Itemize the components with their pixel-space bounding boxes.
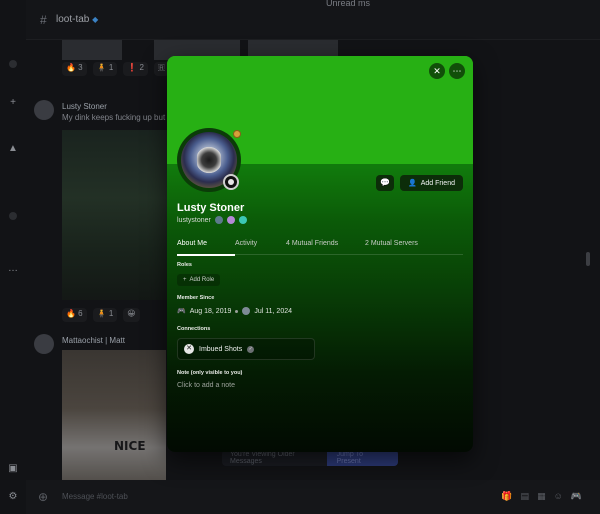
reaction[interactable]: 🔥 6: [62, 308, 87, 322]
message-text: My dink keeps fucking up but 5: [62, 113, 172, 122]
server-member-since: Jul 11, 2024: [254, 307, 292, 315]
avatar[interactable]: [34, 100, 54, 120]
add-role-label: Add Role: [189, 277, 215, 283]
member-since-row: 🎮 Aug 18, 2019 Jul 11, 2024: [177, 307, 292, 315]
reaction[interactable]: 🧍 1: [92, 308, 118, 322]
mic-icon[interactable]: ▲: [6, 142, 20, 156]
reaction[interactable]: 😀: [123, 308, 140, 322]
server-rail: + ▲ … ▣ ⚙: [0, 0, 26, 514]
message-composer: ⊕ Message #loot-tab 🎁 ▤ ▦ ☺ 🎮: [26, 480, 600, 514]
settings-gear-icon[interactable]: ⚙: [6, 490, 20, 504]
boost-badge-icon[interactable]: [238, 216, 247, 224]
message-author[interactable]: Lusty Stoner: [62, 102, 107, 111]
diamond-icon: ◆: [92, 15, 99, 24]
attachment-image[interactable]: [62, 130, 182, 300]
add-role-button[interactable]: + Add Role: [177, 274, 221, 286]
note-title: Note (only visible to you): [177, 370, 243, 376]
add-friend-icon: 👤: [408, 180, 417, 187]
discord-logo-icon: 🎮: [177, 308, 186, 315]
username-row: lustystoner: [177, 216, 247, 224]
server-icon: [242, 307, 251, 315]
add-friend-label: Add Friend: [420, 179, 455, 187]
avatar-decoration: [223, 174, 239, 190]
nitro-edit-icon[interactable]: ✕: [429, 63, 445, 79]
older-messages-banner: You're Viewing Older Messages Jump To Pr…: [222, 450, 398, 466]
server-icon[interactable]: [9, 60, 17, 68]
nitro-badge-icon[interactable]: [226, 216, 235, 224]
composer-tools: 🎁 ▤ ▦ ☺ 🎮: [501, 491, 582, 502]
profile-display-name: Lusty Stoner: [177, 202, 245, 214]
user-profile-modal: ✕ ⋯ 💬 👤 Add Friend Lusty Stoner lustysto…: [167, 56, 473, 452]
xbox-logo-icon: ✕: [184, 344, 194, 354]
channel-header: # loot-tab ◆ Unread ms: [26, 0, 600, 40]
message-input[interactable]: Message #loot-tab: [62, 492, 128, 501]
channel-name: loot-tab ◆: [56, 14, 99, 25]
profile-avatar[interactable]: [177, 128, 241, 192]
reaction-bar: 🔥 6 🧍 1 😀: [62, 308, 140, 322]
hash-icon: #: [40, 13, 47, 27]
note-input[interactable]: Click to add a note: [177, 382, 235, 389]
profile-tabs: About Me Activity 4 Mutual Friends 2 Mut…: [177, 239, 463, 256]
message-author[interactable]: Mattaochist | Matt: [62, 336, 125, 345]
gif-icon[interactable]: ▤: [521, 491, 530, 502]
server-icon[interactable]: [9, 212, 17, 220]
plus-icon[interactable]: +: [6, 96, 20, 110]
connection-item[interactable]: ✕ Imbued Shots ✓: [177, 338, 315, 360]
attachment-image[interactable]: [62, 40, 122, 60]
unread-banner[interactable]: Unread ms: [326, 0, 370, 8]
tab-about-me[interactable]: About Me: [177, 239, 235, 256]
attachment-image[interactable]: NICE: [62, 350, 166, 480]
reaction[interactable]: ❗ 2: [123, 62, 148, 76]
chat-bubble-icon: 💬: [380, 178, 391, 187]
connection-name: Imbued Shots: [199, 345, 243, 353]
more-options-icon[interactable]: ⋯: [449, 63, 465, 79]
member-since-title: Member Since: [177, 295, 215, 301]
attach-plus-icon[interactable]: ⊕: [38, 490, 48, 504]
profile-username[interactable]: lustystoner: [177, 217, 211, 224]
avatar[interactable]: [34, 334, 54, 354]
inbox-icon[interactable]: ▣: [6, 462, 20, 476]
add-friend-button[interactable]: 👤 Add Friend: [400, 175, 463, 191]
reaction[interactable]: 🔥 3: [62, 62, 87, 76]
plus-icon: +: [183, 277, 187, 283]
more-icon[interactable]: …: [6, 262, 20, 276]
emoji-icon[interactable]: ☺: [554, 491, 563, 502]
reaction[interactable]: 🧍 1: [92, 62, 118, 76]
separator-dot: [235, 309, 239, 313]
sticker-icon[interactable]: ▦: [537, 491, 546, 502]
tab-activity[interactable]: Activity: [235, 239, 286, 255]
hypesquad-badge-icon[interactable]: [214, 216, 223, 224]
jump-to-present-button[interactable]: Jump To Present: [326, 450, 398, 466]
tab-mutual-servers[interactable]: 2 Mutual Servers: [365, 239, 418, 255]
message-button[interactable]: 💬: [376, 175, 395, 191]
apps-icon[interactable]: 🎮: [571, 491, 582, 502]
verified-check-icon: ✓: [247, 345, 255, 353]
profile-actions: 💬 👤 Add Friend: [376, 175, 463, 191]
gift-icon[interactable]: 🎁: [501, 491, 512, 502]
older-messages-text: You're Viewing Older Messages: [230, 451, 295, 465]
image-caption: NICE: [114, 439, 146, 453]
roles-title: Roles: [177, 262, 192, 268]
reaction-bar: 🔥 3 🧍 1 ❗ 2 🇷: [62, 62, 170, 76]
scrollbar[interactable]: [586, 252, 590, 266]
connections-title: Connections: [177, 326, 211, 332]
discord-member-since: Aug 18, 2019: [189, 307, 232, 315]
avatar-gem: [233, 130, 241, 138]
tab-mutual-friends[interactable]: 4 Mutual Friends: [286, 239, 365, 255]
